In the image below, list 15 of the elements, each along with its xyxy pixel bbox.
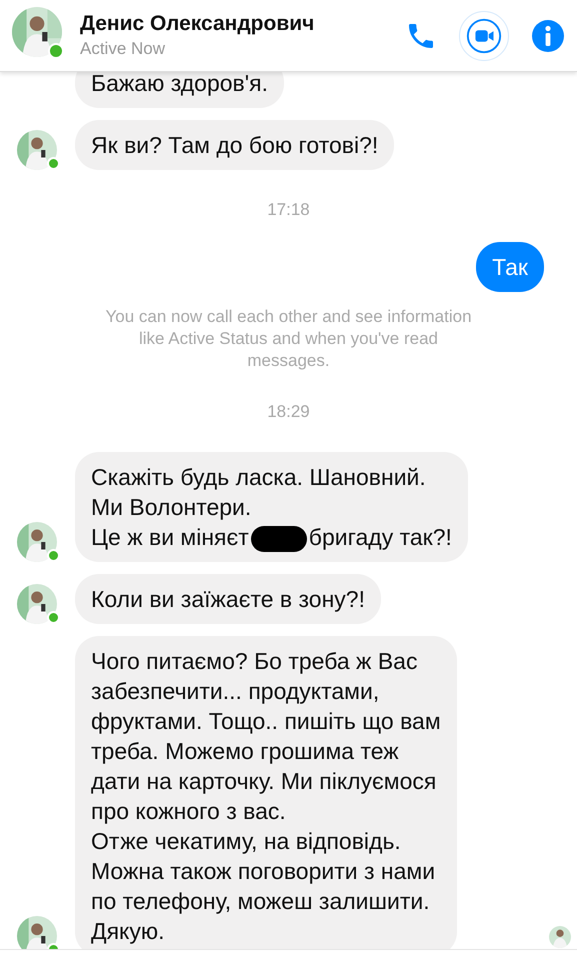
received-message: Як ви? Там до бою готові?!: [75, 120, 394, 170]
received-message: Чого питаємо? Бо треба ж Вас забезпечити... продуктами, фруктами. Тощо.. пишіть що вам треба. Можемо грошима теж дати на карточку. Ми піклуємося про кожного з вас. Отже чекатиму, на відповідь. Можна також поговорити з нами по телефону, можеш залишити. Дякую.: [75, 636, 457, 949]
timestamp: 17:18: [266, 200, 311, 220]
received-message: Скажіть будь ласка. Шановний. Ми Волонтери. Це ж ви міняєт бригаду так?!: [75, 452, 468, 562]
info-icon: [531, 18, 565, 52]
info-notice: You can now call each other and see information like Active Status and when you've read messages.: [104, 306, 473, 372]
received-message: Коли ви заїжаєте в зону?!: [75, 574, 381, 624]
received-message: Бажаю здоров'я.: [75, 72, 284, 108]
contact-status: Active Now: [80, 39, 166, 59]
sent-message: Так: [476, 242, 544, 292]
video-call-button[interactable]: [459, 10, 509, 60]
contact-name: Денис Олександрович: [80, 12, 316, 36]
video-camera-icon: [465, 16, 503, 54]
timestamp: 18:29: [266, 402, 311, 422]
info-button[interactable]: [531, 18, 565, 52]
